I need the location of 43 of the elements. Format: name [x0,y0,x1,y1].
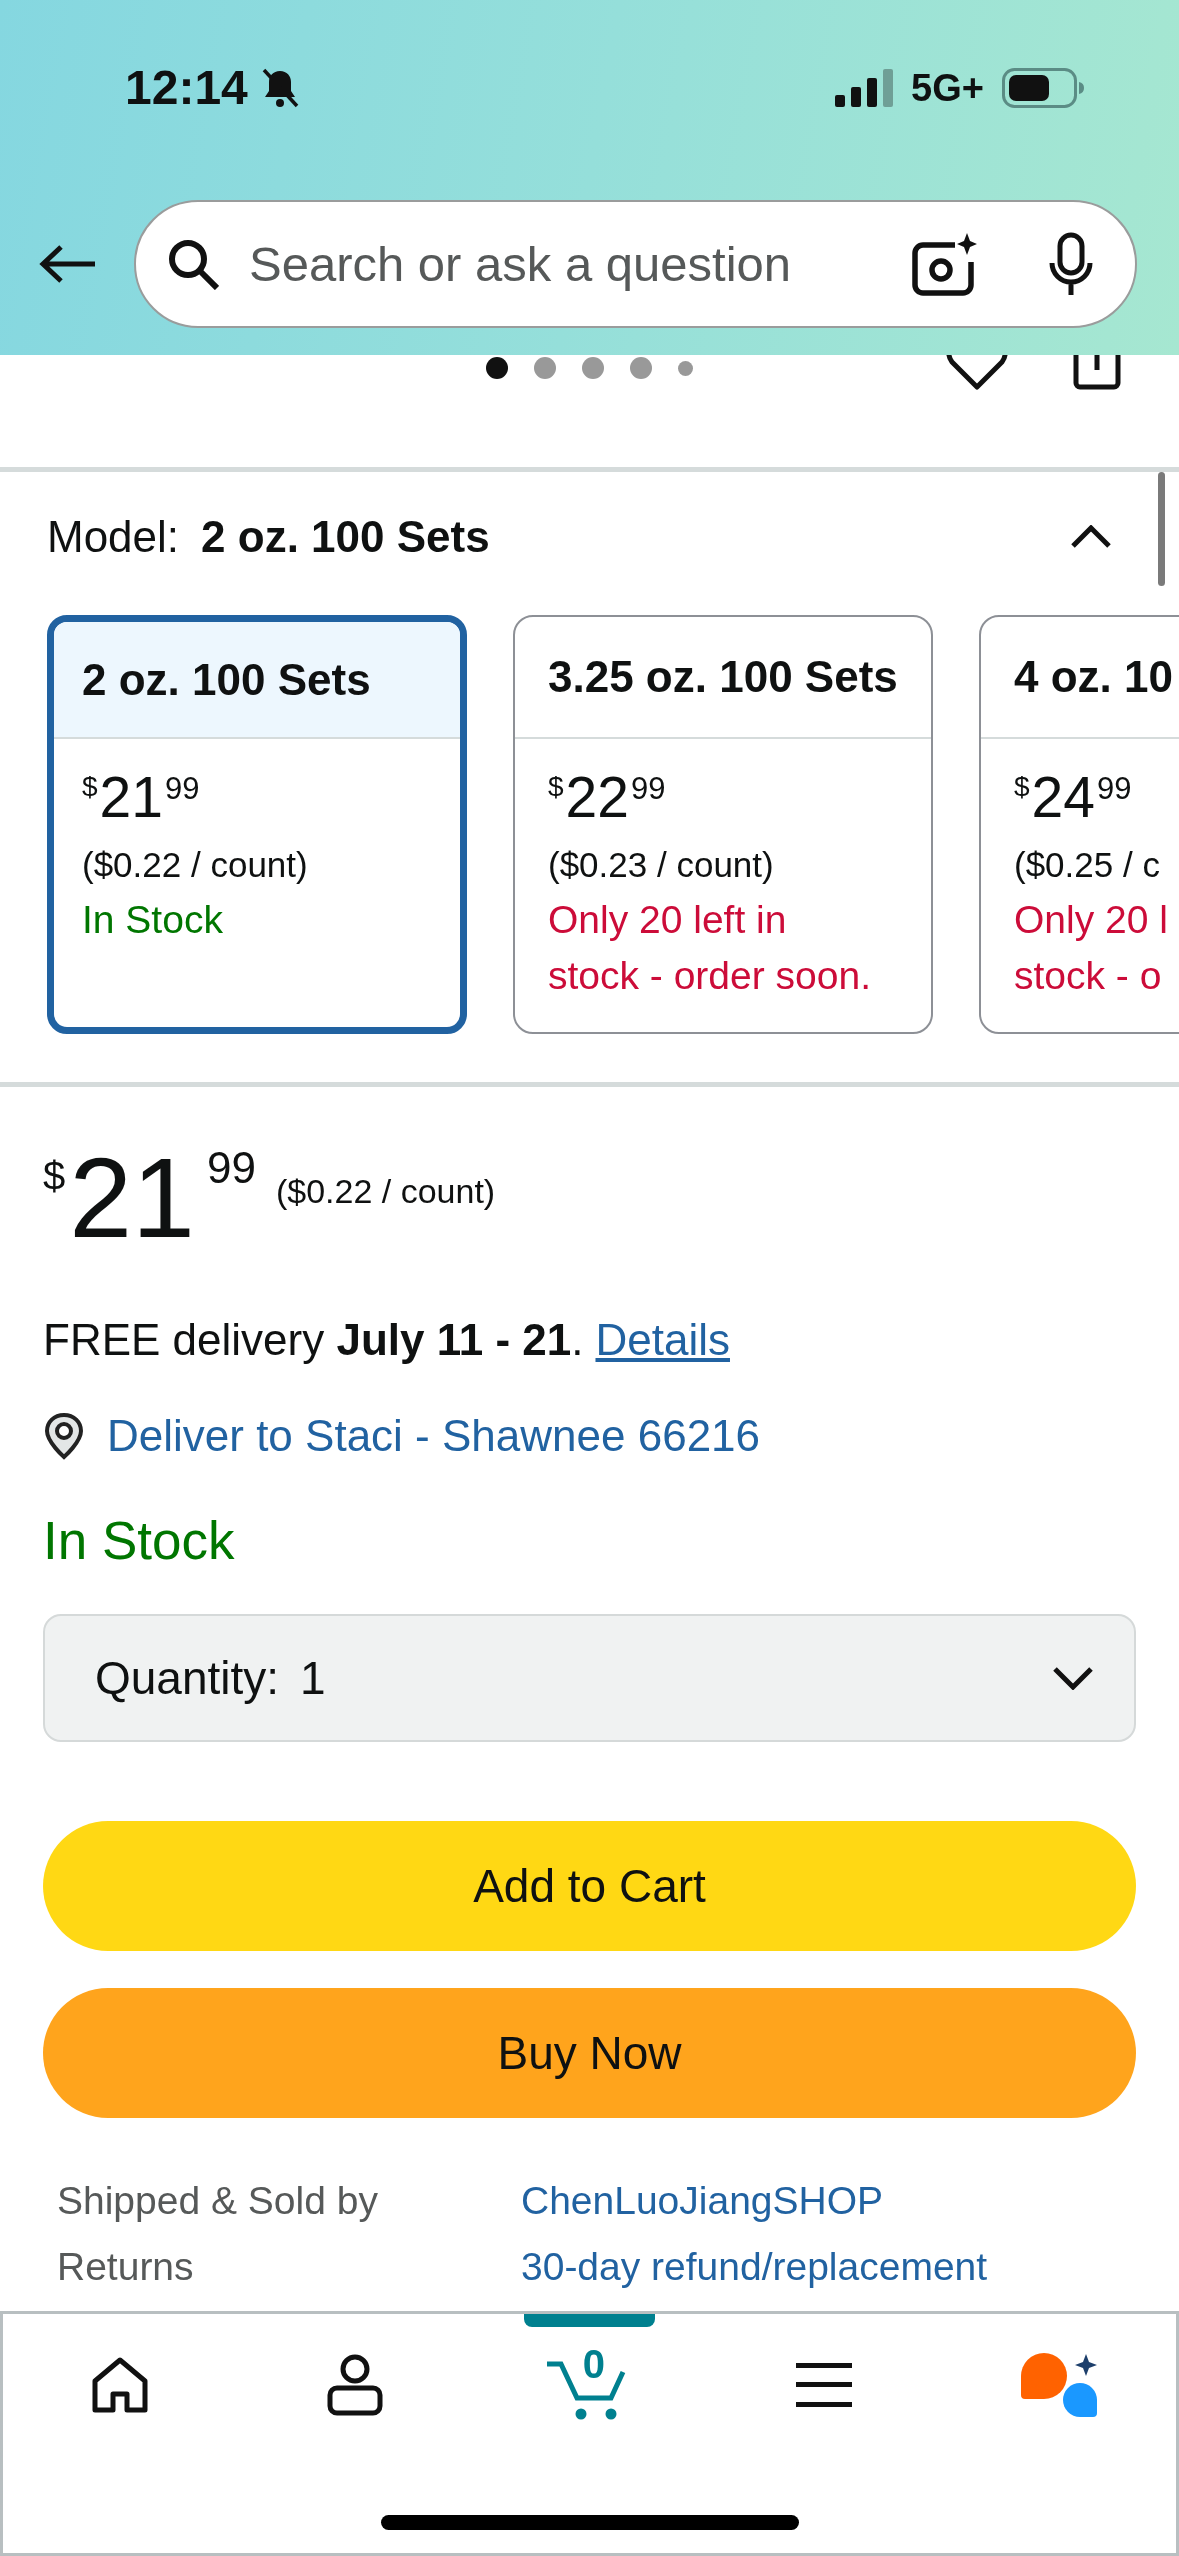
availability-text: Only 20 l stock - o [1014,898,1168,997]
menu-icon [796,2362,853,2407]
deliver-to-link[interactable]: Deliver to Staci - Shawnee 66216 [107,1410,761,1461]
chevron-down-icon [1052,1665,1094,1690]
status-time: 12:14 [125,64,248,112]
heart-icon[interactable] [945,355,1009,391]
home-icon [92,2356,149,2413]
info-link[interactable]: 30-day refund/replacement [521,2244,988,2289]
details-link[interactable]: Details [595,1314,730,1364]
chevron-up-icon[interactable] [1070,525,1112,549]
option-name: 2 oz. 100 Sets [82,654,371,705]
search-icon [167,238,219,290]
info-label: Shipped & Sold by [57,2178,378,2223]
back-arrow-icon[interactable] [38,244,96,284]
location-pin-icon [43,1411,85,1460]
unit-price: ($0.22 / count) [82,845,308,884]
unit-price: ($0.23 / count) [548,845,774,884]
battery-icon [1002,68,1084,108]
microphone-icon[interactable] [1047,232,1095,296]
model-label: Model: [47,512,180,562]
cart-tab[interactable]: 0 [472,2314,707,2460]
unit-price: ($0.22 / count) [275,1171,496,1211]
person-icon [326,2353,383,2416]
info-link[interactable]: ChenLuoJiangSHOP [521,2178,884,2223]
signal-icon [835,69,894,107]
info-label: Returns [57,2244,194,2289]
camera-sparkle-icon[interactable] [911,232,977,296]
unit-price: ($0.25 / c [1014,845,1160,884]
search-field[interactable]: Search or ask a question [249,236,891,292]
option-name: 4 oz. 10 [1014,652,1173,702]
quantity-dropdown[interactable]: Quantity: 1 [43,1613,1136,1742]
add-to-cart-button[interactable]: Add to Cart [43,1820,1136,1951]
network-label: 5G+ [911,69,984,107]
buy-now-button[interactable]: Buy Now [43,1987,1136,2118]
model-value: 2 oz. 100 Sets [201,512,490,562]
chat-bubbles-icon [1020,2352,1097,2417]
option-name: 3.25 oz. 100 Sets [548,652,898,702]
delivery-text: FREE delivery July 11 - 21. Details [43,1313,730,1366]
share-icon[interactable] [1073,355,1121,390]
availability-text: In Stock [43,1509,235,1572]
search-bar[interactable]: Search or ask a question [134,200,1137,328]
availability-text: Only 20 left in stock - order soon. [548,898,871,997]
availability-text: In Stock [82,898,223,941]
